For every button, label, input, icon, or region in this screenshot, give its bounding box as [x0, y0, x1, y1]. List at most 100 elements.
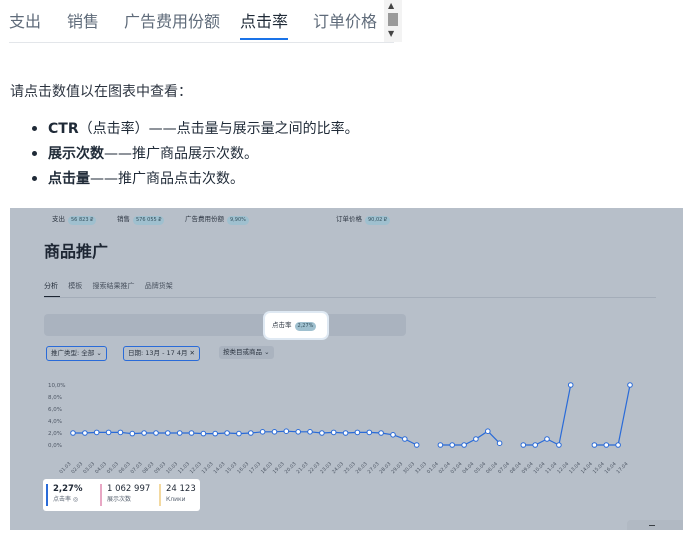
- y-tick-label: 10,0%: [48, 383, 65, 389]
- ctr-data-point[interactable]: [82, 430, 88, 436]
- x-tick-label: 16.04: [604, 461, 618, 475]
- ctr-data-point[interactable]: [70, 430, 76, 436]
- ctr-data-point[interactable]: [141, 430, 147, 436]
- x-tick-label: 31.03: [414, 461, 428, 475]
- stat-value: 24 123: [166, 484, 196, 494]
- tab-spend[interactable]: 支出: [9, 8, 41, 32]
- scrollbar-thumb[interactable]: [388, 13, 398, 26]
- x-tick-label: 18.03: [260, 461, 274, 475]
- bullet-icon: [32, 175, 37, 181]
- ctr-data-point[interactable]: [437, 442, 444, 448]
- ctr-data-point[interactable]: [212, 430, 218, 437]
- list-item: 点击量——推广商品点击次数。: [32, 167, 359, 192]
- ctr-data-point[interactable]: [200, 430, 207, 437]
- ctr-data-point[interactable]: [449, 442, 456, 448]
- ctr-series-line: [594, 384, 631, 446]
- x-tick-label: 07.03: [130, 461, 144, 475]
- x-tick-label: 01.03: [58, 461, 72, 475]
- x-tick-label: 22.03: [307, 461, 321, 475]
- ctr-data-point[interactable]: [390, 432, 396, 438]
- x-tick-label: 09.03: [153, 461, 167, 475]
- ctr-data-point[interactable]: [556, 442, 562, 448]
- y-tick-label: 2,0%: [48, 431, 62, 437]
- ctr-data-point[interactable]: [129, 430, 136, 437]
- ctr-data-point[interactable]: [532, 442, 539, 448]
- x-tick-label: 03.04: [450, 461, 464, 475]
- stat-value: 2,27%: [53, 484, 83, 494]
- minimize-icon: [649, 525, 655, 526]
- x-tick-label: 01.04: [426, 461, 440, 475]
- tab-ad-share[interactable]: 广告费用份额: [124, 8, 220, 32]
- x-tick-label: 04.03: [94, 461, 108, 475]
- ctr-data-point[interactable]: [366, 429, 373, 436]
- stat-clicks[interactable]: 24 123 Клики: [159, 484, 196, 506]
- stat-impressions[interactable]: 1 062 997 展示次数: [100, 484, 150, 506]
- ctr-data-point[interactable]: [354, 429, 361, 436]
- list-item: 展示次数——推广商品展示次数。: [32, 142, 359, 167]
- ctr-data-point[interactable]: [105, 429, 112, 436]
- ctr-data-point[interactable]: [567, 382, 574, 388]
- ctr-data-point[interactable]: [248, 430, 254, 436]
- x-tick-label: 14.04: [580, 461, 594, 475]
- scroll-down-icon[interactable]: ▼: [388, 30, 394, 38]
- x-tick-label: 19.03: [272, 461, 286, 475]
- x-tick-label: 08.04: [509, 461, 523, 475]
- tab-ctr[interactable]: 点击率: [240, 8, 288, 32]
- ctr-data-point[interactable]: [461, 442, 467, 448]
- ctr-data-point[interactable]: [402, 436, 408, 442]
- ctr-data-point[interactable]: [342, 430, 349, 436]
- x-tick-label: 07.04: [497, 461, 511, 475]
- ctr-data-point[interactable]: [413, 442, 420, 448]
- x-tick-label: 02.04: [438, 461, 452, 475]
- ctr-data-point[interactable]: [307, 429, 313, 435]
- ctr-data-point[interactable]: [544, 436, 550, 442]
- ctr-data-point[interactable]: [224, 430, 230, 436]
- ctr-data-point[interactable]: [496, 440, 503, 446]
- y-tick-label: 6,0%: [48, 407, 62, 413]
- scroll-up-icon[interactable]: ▲: [388, 2, 394, 10]
- x-tick-label: 17.03: [248, 461, 262, 475]
- x-tick-label: 10.03: [165, 461, 179, 475]
- x-tick-label: 12.04: [556, 461, 570, 475]
- x-tick-label: 09.04: [521, 461, 535, 475]
- ctr-data-point[interactable]: [117, 429, 124, 436]
- ctr-data-point[interactable]: [627, 382, 633, 388]
- ctr-data-point[interactable]: [615, 442, 621, 448]
- ctr-data-point[interactable]: [259, 429, 266, 435]
- y-tick-label: 8,0%: [48, 395, 62, 401]
- x-tick-label: 13.04: [568, 461, 582, 475]
- ctr-data-point[interactable]: [236, 430, 242, 437]
- stat-ctr[interactable]: 2,27% 点击率 ◎: [46, 484, 83, 506]
- ctr-data-point[interactable]: [271, 429, 278, 435]
- ctr-data-point[interactable]: [165, 430, 171, 436]
- x-tick-label: 20.03: [284, 461, 298, 475]
- ctr-data-point[interactable]: [520, 442, 527, 448]
- ctr-data-point[interactable]: [378, 430, 384, 436]
- ctr-data-point[interactable]: [319, 430, 325, 436]
- ctr-data-point[interactable]: [473, 436, 479, 442]
- x-tick-label: 02.03: [70, 461, 84, 475]
- x-tick-label: 24.03: [331, 461, 345, 475]
- x-tick-label: 12.03: [189, 461, 203, 475]
- ctr-data-point[interactable]: [176, 430, 183, 436]
- tab-sales[interactable]: 销售: [67, 8, 99, 32]
- ctr-data-point[interactable]: [295, 429, 302, 435]
- ctr-data-point[interactable]: [330, 429, 337, 436]
- stat-label: 点击率 ◎: [53, 496, 79, 503]
- x-tick-label: 06.03: [118, 461, 132, 475]
- ctr-series-line: [440, 430, 501, 446]
- ctr-data-point[interactable]: [485, 428, 491, 434]
- ctr-data-point[interactable]: [93, 429, 100, 436]
- x-tick-label: 04.04: [461, 461, 475, 475]
- x-tick-label: 17.04: [615, 461, 629, 475]
- ctr-data-point[interactable]: [591, 442, 598, 448]
- tab-scrollbar[interactable]: ▲ ▼: [384, 0, 402, 42]
- x-tick-label: 26.03: [355, 461, 369, 475]
- bullet-icon: [32, 125, 37, 131]
- ctr-data-point[interactable]: [153, 430, 159, 436]
- ctr-data-point[interactable]: [188, 430, 195, 436]
- x-tick-label: 23.03: [319, 461, 333, 475]
- tab-order-price[interactable]: 订单价格: [313, 8, 377, 32]
- ctr-data-point[interactable]: [603, 442, 610, 448]
- ctr-data-point[interactable]: [283, 428, 290, 434]
